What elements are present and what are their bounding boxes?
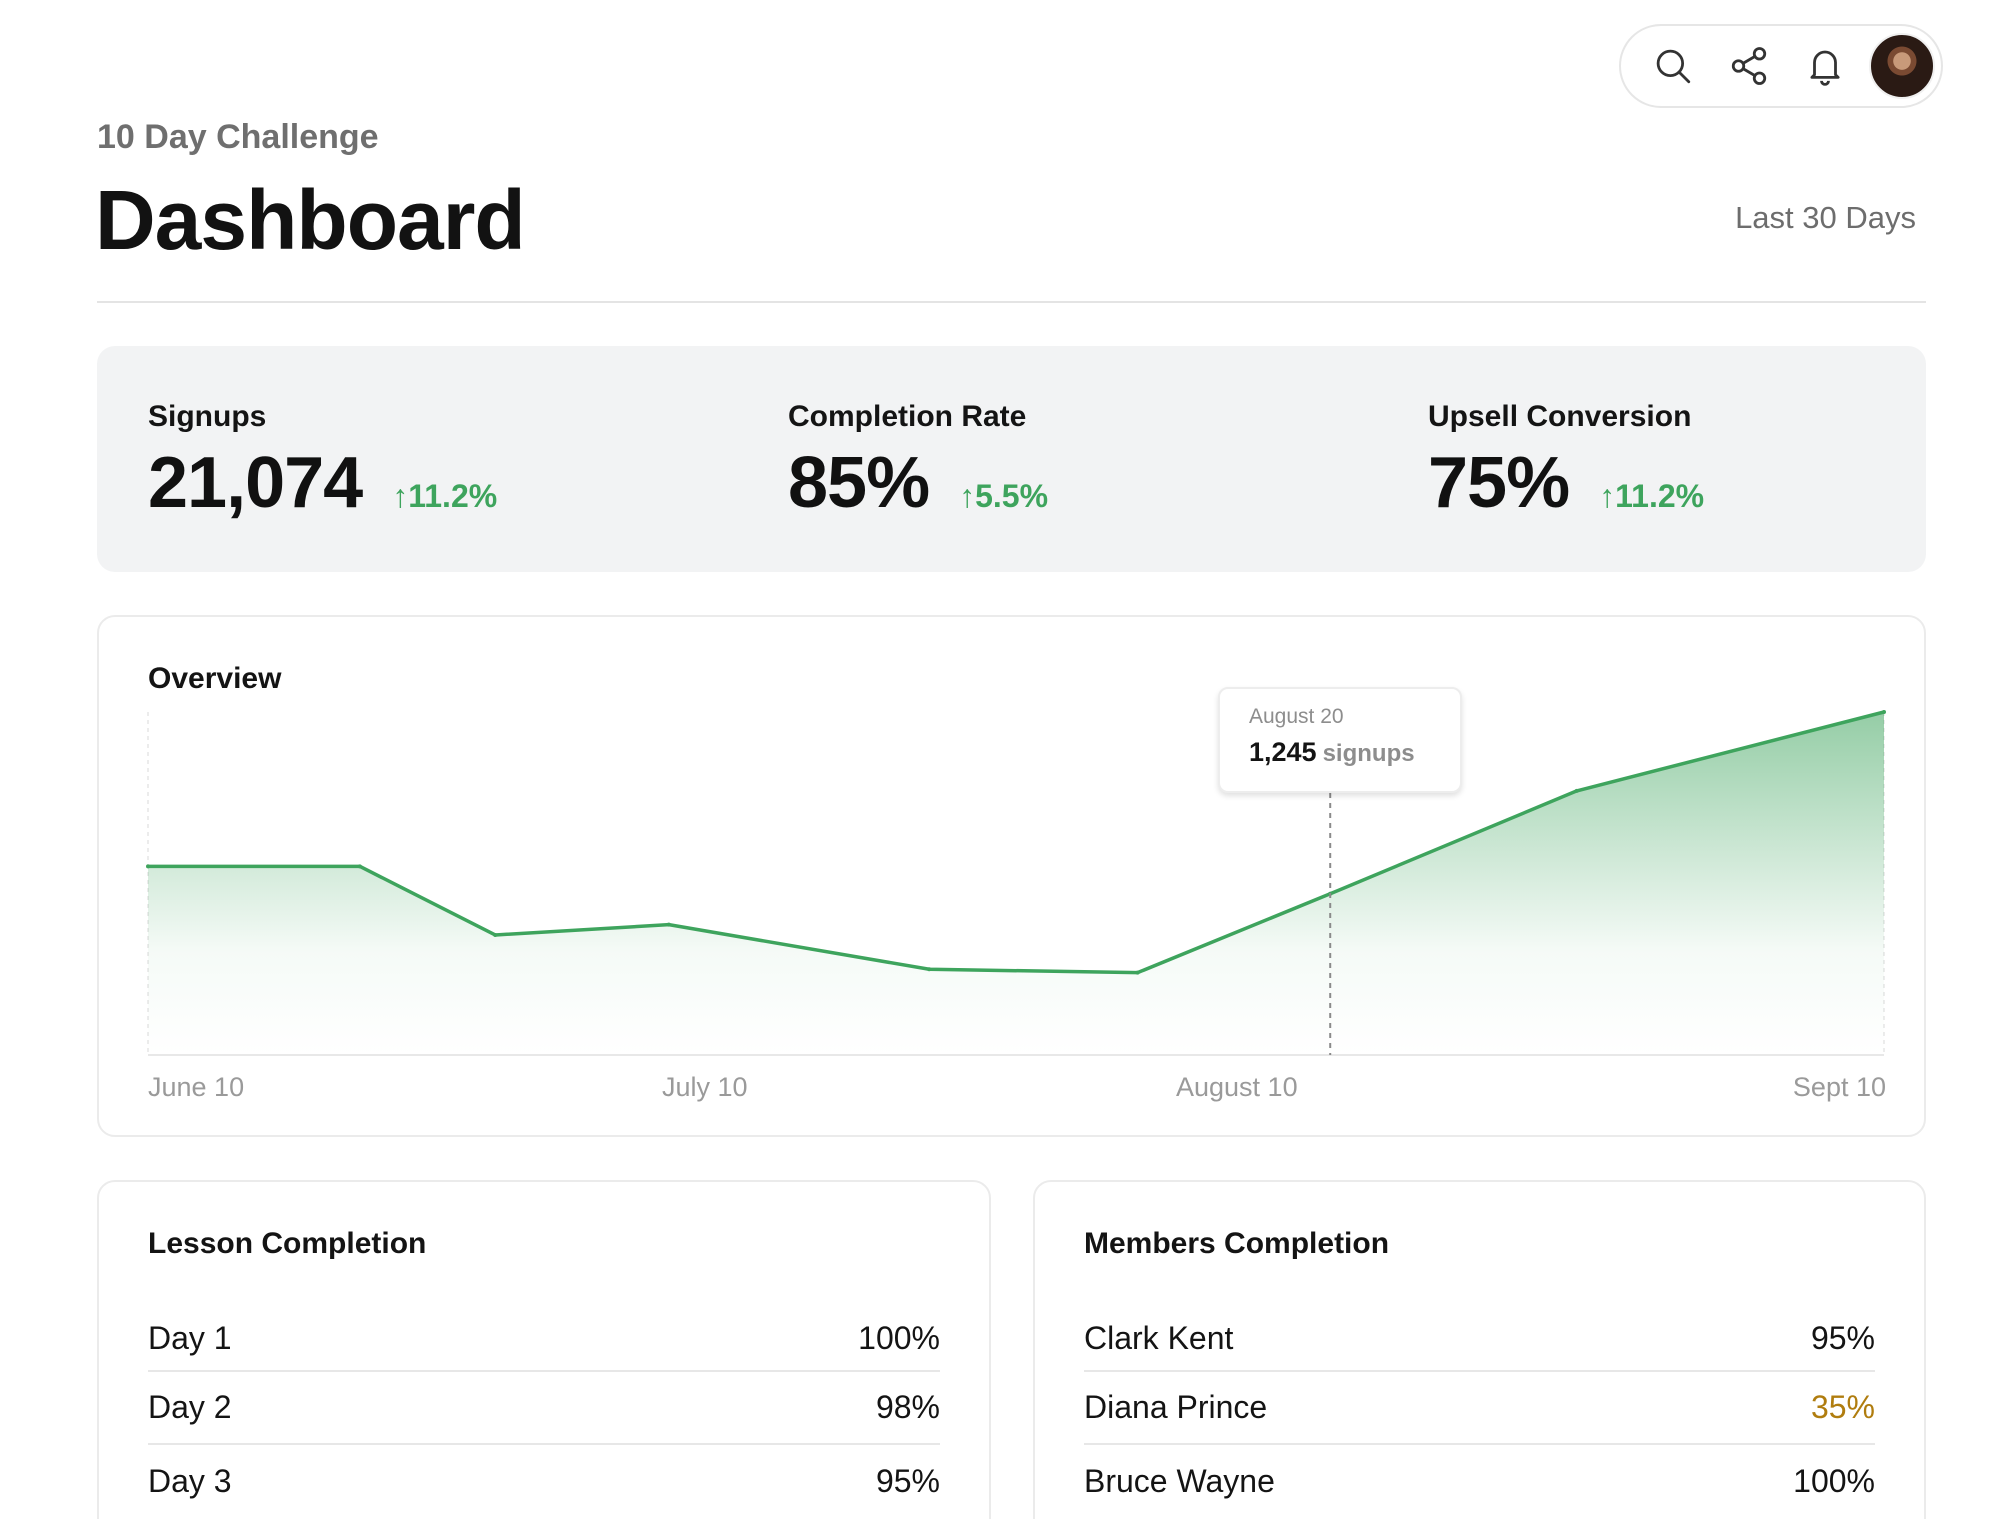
- page-subtitle: 10 Day Challenge: [97, 118, 379, 156]
- chart-point-0[interactable]: [146, 864, 150, 869]
- member-name: Diana Prince: [1084, 1389, 1268, 1425]
- stat-upsell-conversion: Upsell Conversion 75% ↑11.2%: [1428, 400, 1704, 524]
- stat-signups: Signups 21,074 ↑11.2%: [148, 400, 497, 524]
- stats-panel: Signups 21,074 ↑11.2% Completion Rate 85…: [97, 346, 1926, 572]
- date-range-selector[interactable]: Last 30 Days: [1735, 200, 1916, 236]
- list-item[interactable]: Day 3 95%: [148, 1445, 940, 1518]
- page-title: Dashboard: [95, 173, 526, 267]
- stat-delta: ↑11.2%: [1599, 478, 1705, 514]
- stat-label: Signups: [148, 400, 267, 433]
- stat-delta: ↑11.2%: [392, 478, 498, 514]
- member-value: 100%: [1793, 1463, 1875, 1499]
- members-completion-card: Members Completion Clark Kent 95% Diana …: [1033, 1180, 1926, 1519]
- tooltip-date: August 20: [1249, 705, 1344, 728]
- lesson-value: 100%: [858, 1319, 940, 1356]
- share-icon: [1731, 47, 1767, 85]
- overview-card: Overview June 10 July 10 August 10 Sept …: [97, 615, 1926, 1137]
- member-name: Bruce Wayne: [1084, 1463, 1275, 1499]
- chart-point-2[interactable]: [493, 932, 498, 937]
- header-divider: [97, 301, 1926, 303]
- x-tick-label: Sept 10: [1792, 1072, 1886, 1102]
- chart-point-3[interactable]: [666, 922, 671, 927]
- lesson-name: Day 3: [148, 1463, 232, 1499]
- stat-completion-rate: Completion Rate 85% ↑5.5%: [788, 400, 1048, 524]
- list-item[interactable]: Diana Prince 35%: [1084, 1372, 1875, 1445]
- chart-tooltip: August 20 1,245 signups: [1218, 687, 1462, 793]
- x-tick-label: August 10: [1176, 1072, 1298, 1102]
- list-item[interactable]: Day 1 100%: [148, 1306, 940, 1372]
- stat-value: 85%: [788, 443, 930, 523]
- lesson-list: Day 1 100% Day 2 98% Day 3 95%: [148, 1306, 940, 1518]
- stat-value: 75%: [1428, 443, 1570, 523]
- list-item[interactable]: Clark Kent 95%: [1084, 1306, 1875, 1372]
- chart-point-5[interactable]: [1135, 970, 1140, 975]
- lesson-completion-card: Lesson Completion Day 1 100% Day 2 98% D…: [97, 1180, 991, 1519]
- list-item[interactable]: Day 2 98%: [148, 1372, 940, 1445]
- chart-area: [148, 712, 1884, 1055]
- x-tick-label: July 10: [662, 1072, 748, 1102]
- stat-label: Completion Rate: [788, 400, 1027, 433]
- members-list: Clark Kent 95% Diana Prince 35% Bruce Wa…: [1084, 1306, 1875, 1518]
- bell-icon: [1810, 50, 1840, 86]
- share-button[interactable]: [1711, 30, 1787, 102]
- tooltip-unit: signups: [1322, 740, 1415, 767]
- member-name: Clark Kent: [1084, 1319, 1234, 1356]
- search-button[interactable]: [1635, 30, 1711, 102]
- overview-chart: [146, 710, 1886, 1056]
- member-value: 35%: [1810, 1389, 1875, 1425]
- stat-delta: ↑5.5%: [959, 478, 1049, 514]
- top-toolbar: [1619, 24, 1943, 108]
- search-icon: [1656, 49, 1691, 84]
- chart-point-4[interactable]: [927, 967, 932, 972]
- list-item[interactable]: Bruce Wayne 100%: [1084, 1445, 1875, 1518]
- lesson-value: 95%: [875, 1463, 940, 1499]
- lesson-value: 98%: [875, 1389, 940, 1425]
- member-value: 95%: [1810, 1319, 1875, 1356]
- chart-point-7[interactable]: [1574, 788, 1579, 793]
- tooltip-value: 1,245: [1249, 737, 1317, 767]
- lesson-name: Day 2: [148, 1389, 232, 1425]
- members-completion-title: Members Completion: [1084, 1227, 1390, 1260]
- avatar[interactable]: [1869, 33, 1935, 99]
- notifications-button[interactable]: [1787, 30, 1863, 102]
- x-tick-label: June 10: [148, 1072, 245, 1102]
- lesson-completion-title: Lesson Completion: [148, 1227, 427, 1260]
- lesson-name: Day 1: [148, 1319, 232, 1356]
- stat-value: 21,074: [148, 443, 363, 523]
- chart-point-1[interactable]: [357, 864, 362, 869]
- stat-label: Upsell Conversion: [1428, 400, 1692, 433]
- chart-point-8[interactable]: [1882, 710, 1886, 714]
